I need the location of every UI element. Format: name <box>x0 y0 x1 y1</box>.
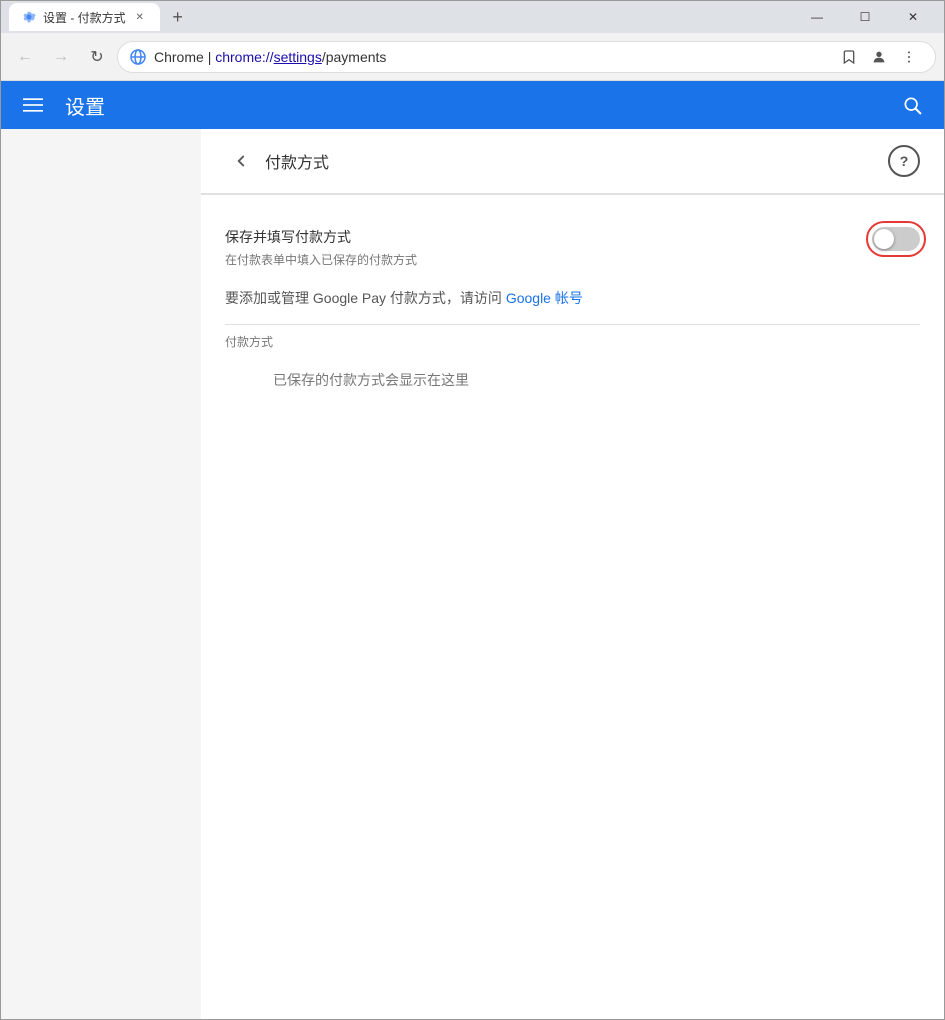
tab-favicon <box>21 9 37 25</box>
sidebar-panel <box>1 129 201 1019</box>
save-fill-section: 保存并填写付款方式 在付款表单中填入已保存的付款方式 要添加或管理 Goo <box>201 195 944 426</box>
minimize-button[interactable]: — <box>794 1 840 33</box>
payment-page-title: 付款方式 <box>265 149 888 173</box>
title-bar: 设置 - 付款方式 ✕ + — ☐ ✕ <box>1 1 944 33</box>
save-fill-toggle[interactable] <box>872 227 920 251</box>
settings-main-panel: 付款方式 ? 保存并填写付款方式 在付款表单中填入已保存的付款方式 <box>201 129 944 1019</box>
save-fill-info: 保存并填写付款方式 在付款表单中填入已保存的付款方式 <box>225 227 872 268</box>
tab-close-button[interactable]: ✕ <box>132 9 148 25</box>
save-fill-row: 保存并填写付款方式 在付款表单中填入已保存的付款方式 <box>225 215 920 280</box>
nav-bar: ← → ↻ Chrome | chrome://settings/payment… <box>1 33 944 81</box>
browser-window: 设置 - 付款方式 ✕ + — ☐ ✕ ← → ↻ Chrome | chr <box>0 0 945 1020</box>
close-button[interactable]: ✕ <box>890 1 936 33</box>
maximize-button[interactable]: ☐ <box>842 1 888 33</box>
url-display: Chrome | chrome://settings/payments <box>154 49 827 65</box>
settings-page-title: 设置 <box>65 91 880 120</box>
google-pay-text-before: 要添加或管理 Google Pay 付款方式，请访问 <box>225 290 502 306</box>
save-fill-desc: 在付款表单中填入已保存的付款方式 <box>225 251 872 268</box>
google-account-link[interactable]: Google 帐号 <box>506 290 583 306</box>
account-icon[interactable] <box>865 43 893 71</box>
tab-title: 设置 - 付款方式 <box>43 9 126 26</box>
window-controls: — ☐ ✕ <box>794 1 936 33</box>
help-button[interactable]: ? <box>888 145 920 177</box>
browser-content: 设置 付款方式 ? <box>1 81 944 1019</box>
address-right-icons <box>835 43 923 71</box>
address-bar[interactable]: Chrome | chrome://settings/payments <box>117 41 936 73</box>
toggle-highlight-box <box>872 227 920 251</box>
payment-methods-section-label: 付款方式 <box>225 325 920 354</box>
page-back-button[interactable] <box>225 145 257 177</box>
search-settings-button[interactable] <box>896 89 928 121</box>
menu-icon[interactable] <box>895 43 923 71</box>
url-path: /payments <box>322 49 387 65</box>
save-fill-label: 保存并填写付款方式 <box>225 227 872 247</box>
site-icon <box>130 49 146 65</box>
settings-content: 付款方式 ? 保存并填写付款方式 在付款表单中填入已保存的付款方式 <box>1 129 944 1019</box>
page-header: 付款方式 ? <box>201 129 944 194</box>
hamburger-menu[interactable] <box>17 89 49 121</box>
saved-payments-placeholder: 已保存的付款方式会显示在这里 <box>225 354 920 406</box>
toggle-thumb <box>874 229 894 249</box>
bookmark-icon[interactable] <box>835 43 863 71</box>
url-settings: settings <box>274 49 322 65</box>
new-tab-button[interactable]: + <box>164 3 192 31</box>
back-nav-button[interactable]: ← <box>9 41 41 73</box>
forward-nav-button[interactable]: → <box>45 41 77 73</box>
reload-button[interactable]: ↻ <box>81 41 113 73</box>
active-tab[interactable]: 设置 - 付款方式 ✕ <box>9 3 160 31</box>
google-pay-row: 要添加或管理 Google Pay 付款方式，请访问 Google 帐号 <box>225 280 920 324</box>
url-scheme: chrome:// <box>215 49 273 65</box>
chrome-label: Chrome <box>154 49 204 65</box>
settings-top-bar: 设置 <box>1 81 944 129</box>
tab-strip: 设置 - 付款方式 ✕ + <box>9 3 794 31</box>
